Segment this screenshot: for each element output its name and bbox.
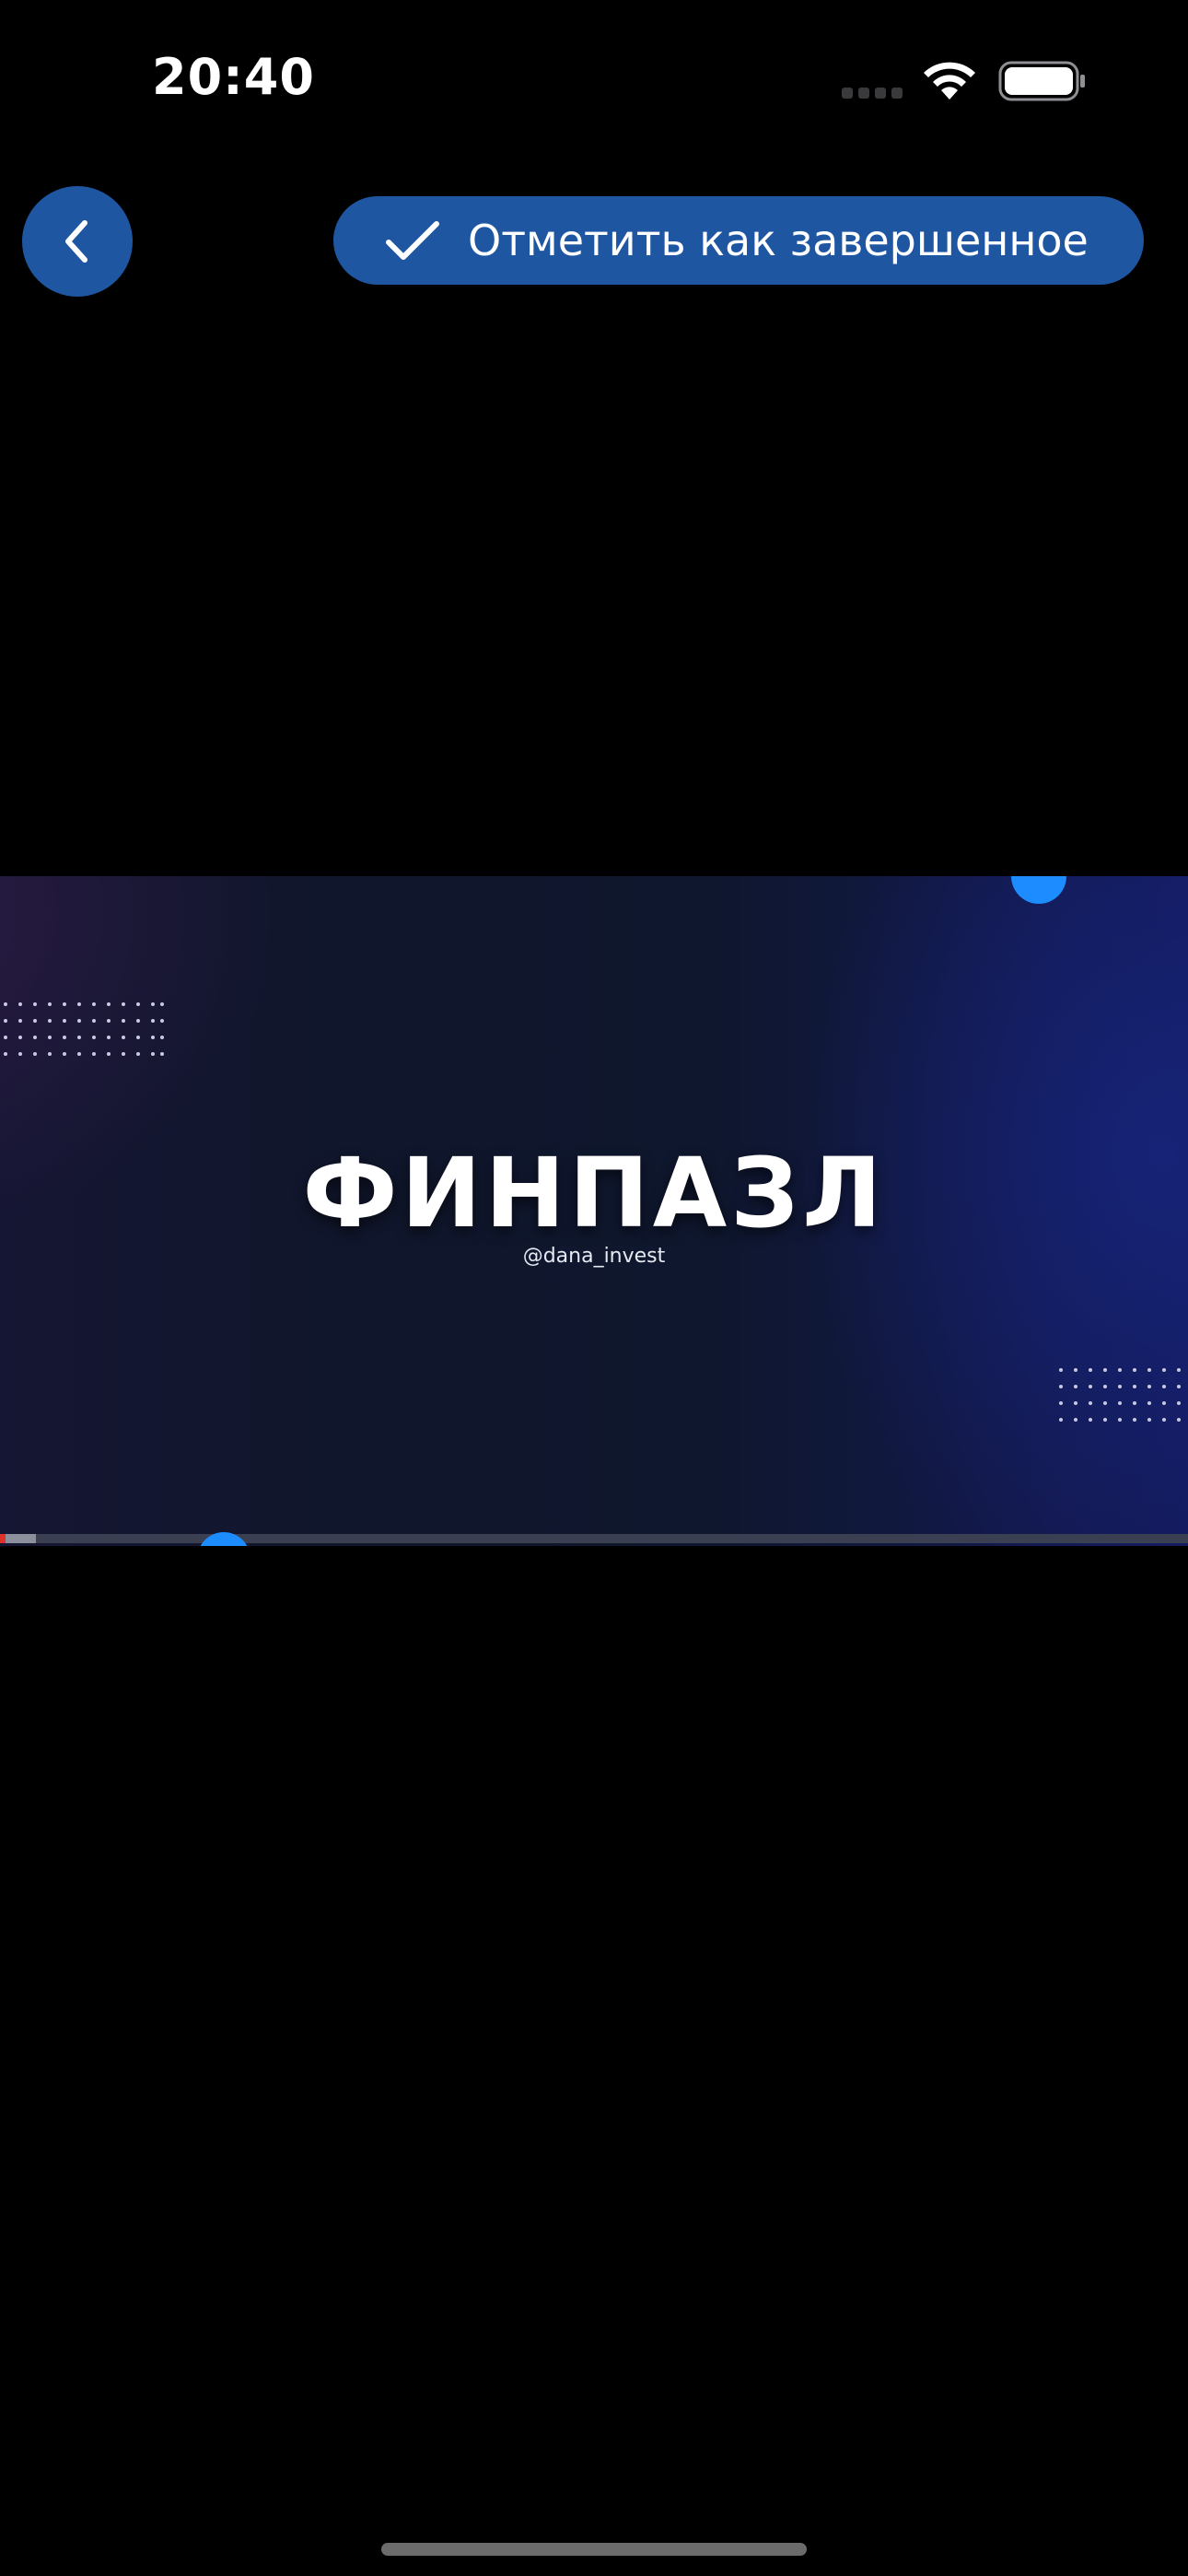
home-indicator[interactable] [381, 2543, 807, 2556]
video-player[interactable]: ФИНПАЗЛ @dana_invest [0, 876, 1188, 1546]
dot-pattern-right [1059, 1368, 1181, 1422]
mark-complete-label: Отметить как завершенное [468, 216, 1089, 265]
back-button[interactable] [22, 186, 133, 297]
status-time: 20:40 [152, 48, 315, 106]
video-title: ФИНПАЗЛ [302, 1137, 886, 1249]
wifi-icon [924, 62, 975, 100]
mark-complete-button[interactable]: Отметить как завершенное [333, 196, 1144, 285]
status-bar: 20:40 [0, 0, 1188, 157]
checkmark-icon [386, 221, 439, 260]
battery-icon [998, 61, 1085, 101]
cellular-signal-icon [842, 88, 906, 99]
dot-pattern-left [4, 1002, 164, 1056]
video-played-bar [0, 1534, 6, 1543]
chevron-left-icon [65, 220, 87, 263]
video-progress-bar[interactable] [0, 1534, 1188, 1543]
decorative-circle [1011, 876, 1066, 904]
video-author-handle: @dana_invest [522, 1245, 666, 1268]
